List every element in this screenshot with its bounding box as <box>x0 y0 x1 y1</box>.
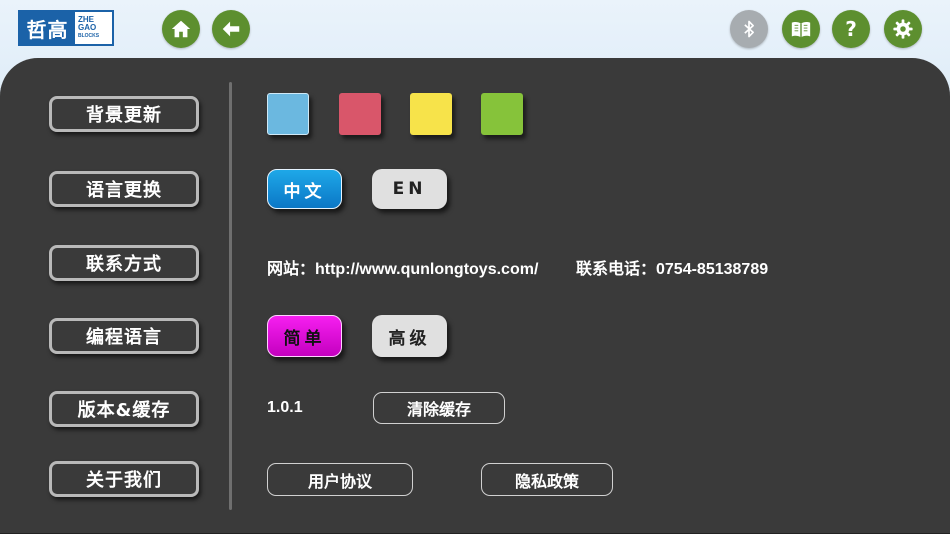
privacy-policy-button[interactable]: 隐私政策 <box>481 463 613 496</box>
menu-programming-language[interactable]: 编程语言 <box>49 318 199 354</box>
version-number: 1.0.1 <box>267 399 303 416</box>
user-agreement-button[interactable]: 用户协议 <box>267 463 413 496</box>
programming-advanced-button[interactable]: 高级 <box>372 315 447 357</box>
book-icon <box>791 21 811 38</box>
logo-chinese-text: 哲高 <box>20 12 75 44</box>
manual-button[interactable] <box>782 10 820 48</box>
home-button[interactable] <box>162 10 200 48</box>
bluetooth-button[interactable] <box>730 10 768 48</box>
back-arrow-icon <box>222 21 240 37</box>
question-mark-icon: ? <box>845 17 857 41</box>
phone-text: 联系电话：0754-85138789 <box>576 261 769 278</box>
menu-contact[interactable]: 联系方式 <box>49 245 199 281</box>
bluetooth-icon <box>744 20 754 38</box>
language-chinese-button[interactable]: 中文 <box>267 169 342 209</box>
app-logo: 哲高 ZHE GAO BLOCKS <box>18 10 114 46</box>
color-swatch-red[interactable] <box>339 93 381 135</box>
color-swatch-green[interactable] <box>481 93 523 135</box>
menu-language-switch[interactable]: 语言更换 <box>49 171 199 207</box>
logo-english-text: ZHE GAO BLOCKS <box>78 15 100 40</box>
language-english-button[interactable]: EN <box>372 169 447 209</box>
gear-icon <box>893 19 913 39</box>
settings-button[interactable] <box>884 10 922 48</box>
back-button[interactable] <box>212 10 250 48</box>
home-icon <box>171 20 191 38</box>
website-text: 网站：http://www.qunlongtoys.com/ <box>267 261 539 278</box>
help-button[interactable]: ? <box>832 10 870 48</box>
color-swatch-blue[interactable] <box>267 93 309 135</box>
color-swatch-yellow[interactable] <box>410 93 452 135</box>
menu-background-update[interactable]: 背景更新 <box>49 96 199 132</box>
panel-divider <box>229 82 232 510</box>
menu-about-us[interactable]: 关于我们 <box>49 461 199 497</box>
clear-cache-button[interactable]: 清除缓存 <box>373 392 505 424</box>
programming-simple-button[interactable]: 简单 <box>267 315 342 357</box>
menu-version-cache[interactable]: 版本&缓存 <box>49 391 199 427</box>
